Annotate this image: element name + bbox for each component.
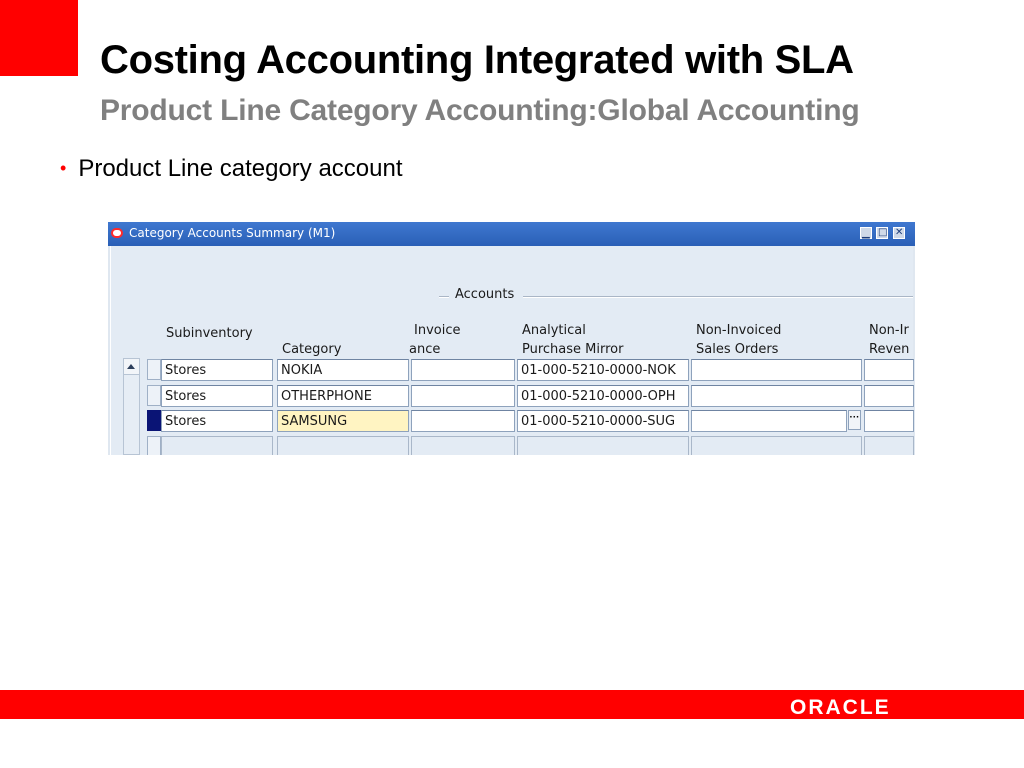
header-invoice-line2: ance xyxy=(409,342,441,357)
category-accounts-window: Category Accounts Summary (M1) ▁ □ ✕ Acc… xyxy=(108,222,915,455)
analytical-account-field[interactable]: 01-000-5210-0000-NOK xyxy=(517,359,689,381)
oracle-app-icon xyxy=(111,228,123,238)
record-indicator[interactable] xyxy=(147,436,161,455)
window-title: Category Accounts Summary (M1) xyxy=(129,226,336,240)
close-icon: ✕ xyxy=(895,227,904,238)
accounts-group-label: Accounts xyxy=(451,287,519,302)
maximize-icon: □ xyxy=(878,227,888,238)
header-category: Category xyxy=(282,342,342,357)
record-indicator[interactable] xyxy=(147,359,161,380)
header-nonrevenue-line1: Non-Ir xyxy=(869,323,909,338)
oracle-logo: ORACLE xyxy=(790,696,891,719)
noninvoiced-account-field[interactable] xyxy=(691,410,847,432)
header-subinventory: Subinventory xyxy=(166,326,253,341)
invoice-account-field[interactable] xyxy=(411,359,515,381)
noninvoiced-account-field[interactable] xyxy=(691,385,862,407)
analytical-account-field[interactable]: 01-000-5210-0000-OPH xyxy=(517,385,689,407)
header-analytical-line2: Purchase Mirror xyxy=(522,342,624,357)
noninvoiced-account-field[interactable] xyxy=(691,436,862,455)
nonrevenue-account-field[interactable] xyxy=(864,410,914,432)
noninvoiced-account-field[interactable] xyxy=(691,359,862,381)
vertical-scrollbar[interactable] xyxy=(123,358,140,455)
invoice-account-field[interactable] xyxy=(411,410,515,432)
group-divider-left xyxy=(439,296,449,298)
corner-accent xyxy=(0,0,78,76)
subinventory-field[interactable]: Stores xyxy=(161,385,273,407)
arrow-up-icon xyxy=(127,364,135,369)
category-field[interactable] xyxy=(277,436,409,455)
nonrevenue-account-field[interactable] xyxy=(864,385,914,407)
subinventory-field[interactable]: Stores xyxy=(161,410,273,432)
header-invoice-line1: Invoice xyxy=(414,323,461,338)
close-button[interactable]: ✕ xyxy=(893,227,905,239)
minimize-button[interactable]: ▁ xyxy=(860,227,872,239)
form-canvas: Accounts Subinventory Category Invoice a… xyxy=(110,246,914,455)
category-field[interactable]: NOKIA xyxy=(277,359,409,381)
header-noninvoiced-line2: Sales Orders xyxy=(696,342,779,357)
scroll-up-button[interactable] xyxy=(124,359,139,375)
bullet-text: Product Line category account xyxy=(78,155,403,182)
category-field[interactable]: OTHERPHONE xyxy=(277,385,409,407)
analytical-account-field[interactable]: 01-000-5210-0000-SUG xyxy=(517,410,689,432)
bullet-dot-icon: • xyxy=(60,158,67,178)
list-of-values-button[interactable]: ··· xyxy=(848,410,861,430)
header-analytical-line1: Analytical xyxy=(522,323,586,338)
window-titlebar[interactable]: Category Accounts Summary (M1) ▁ □ ✕ xyxy=(108,222,915,246)
bullet-item: • Product Line category account xyxy=(60,155,403,183)
maximize-button[interactable]: □ xyxy=(876,227,888,239)
subinventory-field[interactable] xyxy=(161,436,273,455)
slide-title: Costing Accounting Integrated with SLA xyxy=(100,38,854,82)
minimize-icon: ▁ xyxy=(862,228,870,239)
header-noninvoiced-line1: Non-Invoiced xyxy=(696,323,782,338)
record-indicator-current[interactable] xyxy=(147,410,161,431)
invoice-account-field[interactable] xyxy=(411,436,515,455)
nonrevenue-account-field[interactable] xyxy=(864,359,914,381)
slide-subtitle: Product Line Category Accounting:Global … xyxy=(100,94,860,127)
analytical-account-field[interactable] xyxy=(517,436,689,455)
group-divider-right xyxy=(523,296,913,298)
invoice-account-field[interactable] xyxy=(411,385,515,407)
header-nonrevenue-line2: Reven xyxy=(869,342,910,357)
subinventory-field[interactable]: Stores xyxy=(161,359,273,381)
category-field-selected[interactable]: SAMSUNG xyxy=(277,410,409,432)
nonrevenue-account-field[interactable] xyxy=(864,436,914,455)
record-indicator[interactable] xyxy=(147,385,161,406)
